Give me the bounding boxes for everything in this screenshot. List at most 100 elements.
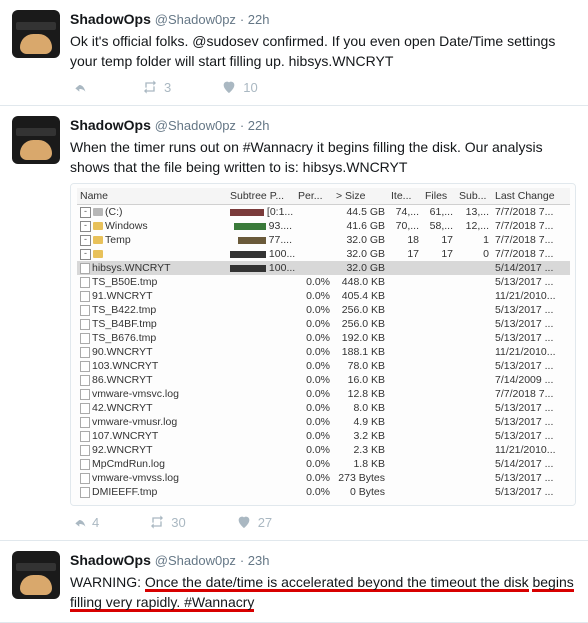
folder-icon bbox=[93, 222, 103, 230]
handle[interactable]: @Shadow0pz bbox=[155, 553, 236, 568]
timestamp[interactable]: 22h bbox=[248, 118, 270, 133]
table-row[interactable]: MpCmdRun.log0.0%1.8 KB5/14/2017 ... bbox=[77, 457, 570, 471]
file-icon bbox=[80, 389, 90, 400]
tweet-text: Ok it's official folks. @sudosev confirm… bbox=[70, 31, 576, 71]
retweet-count: 30 bbox=[171, 515, 185, 530]
retweet-icon bbox=[149, 514, 165, 530]
table-row[interactable]: -Temp 77....32.0 GB181717/7/2018 7... bbox=[77, 233, 570, 247]
retweet-button[interactable]: 3 bbox=[142, 79, 171, 95]
table-row[interactable]: hibsys.WNCRYT 100....32.0 GB5/14/2017 ..… bbox=[77, 261, 570, 275]
drive-icon bbox=[93, 208, 103, 216]
tweet-text: When the timer runs out on #Wannacry it … bbox=[70, 137, 576, 177]
reply-icon bbox=[70, 514, 86, 530]
file-name: MpCmdRun.log bbox=[92, 458, 165, 470]
table-row[interactable]: TS_B676.tmp0.0%192.0 KB5/13/2017 ... bbox=[77, 331, 570, 345]
display-name[interactable]: ShadowOps bbox=[70, 117, 151, 133]
tweet-header: ShadowOps @Shadow0pz · 22h bbox=[70, 10, 576, 29]
column-header[interactable]: Files bbox=[422, 188, 456, 205]
file-icon bbox=[80, 375, 90, 386]
file-icon bbox=[80, 333, 90, 344]
reply-icon bbox=[70, 79, 86, 95]
file-icon bbox=[80, 347, 90, 358]
heart-icon bbox=[236, 514, 252, 530]
table-row[interactable]: DMIEEFF.tmp0.0%0 Bytes5/13/2017 ... bbox=[77, 485, 570, 499]
like-button[interactable]: 10 bbox=[221, 79, 257, 95]
folder-icon bbox=[93, 236, 103, 244]
tweet[interactable]: ShadowOps @Shadow0pz · 22h When the time… bbox=[0, 106, 588, 541]
tweet-body: ShadowOps @Shadow0pz · 23h WARNING: Once… bbox=[70, 551, 576, 612]
table-row[interactable]: TS_B4BF.tmp0.0%256.0 KB5/13/2017 ... bbox=[77, 317, 570, 331]
dot: · bbox=[240, 118, 248, 133]
file-icon bbox=[80, 445, 90, 456]
reply-button[interactable]: 4 bbox=[70, 514, 99, 530]
file-icon bbox=[80, 403, 90, 414]
like-count: 27 bbox=[258, 515, 272, 530]
table-row[interactable]: 91.WNCRYT0.0%405.4 KB11/21/2010... bbox=[77, 289, 570, 303]
table-row[interactable]: 42.WNCRYT0.0%8.0 KB5/13/2017 ... bbox=[77, 401, 570, 415]
table-row[interactable]: -Windows 93....41.6 GB70,...58,...12,...… bbox=[77, 219, 570, 233]
file-icon bbox=[80, 361, 90, 372]
handle[interactable]: @Shadow0pz bbox=[155, 12, 236, 27]
file-icon bbox=[80, 431, 90, 442]
column-header[interactable]: Name bbox=[77, 188, 227, 205]
file-name: vmware-vmsvc.log bbox=[92, 388, 179, 400]
file-icon bbox=[80, 277, 90, 288]
file-icon bbox=[80, 305, 90, 316]
column-header[interactable]: Per... bbox=[295, 188, 333, 205]
column-header[interactable]: > Size bbox=[333, 188, 388, 205]
retweet-button[interactable]: 30 bbox=[149, 514, 185, 530]
file-name: 107.WNCRYT bbox=[92, 430, 158, 442]
like-count: 10 bbox=[243, 80, 257, 95]
tweet-header: ShadowOps @Shadow0pz · 23h bbox=[70, 551, 576, 570]
embedded-screenshot[interactable]: NameSubtree P...Per...> SizeIte...FilesS… bbox=[70, 183, 576, 506]
file-name: 91.WNCRYT bbox=[92, 290, 152, 302]
tweet[interactable]: ShadowOps @Shadow0pz · 22h Ok it's offic… bbox=[0, 0, 588, 106]
avatar[interactable] bbox=[12, 10, 60, 58]
table-row[interactable]: 107.WNCRYT0.0%3.2 KB5/13/2017 ... bbox=[77, 429, 570, 443]
tweet-actions: 4 30 27 bbox=[70, 514, 576, 530]
table-row[interactable]: 90.WNCRYT0.0%188.1 KB11/21/2010... bbox=[77, 345, 570, 359]
heart-icon bbox=[221, 79, 237, 95]
like-button[interactable]: 27 bbox=[236, 514, 272, 530]
timestamp[interactable]: 23h bbox=[248, 553, 270, 568]
file-icon bbox=[80, 459, 90, 470]
file-name: 86.WNCRYT bbox=[92, 374, 152, 386]
column-header[interactable]: Last Change bbox=[492, 188, 570, 205]
column-header[interactable]: Sub... bbox=[456, 188, 492, 205]
file-icon bbox=[80, 473, 90, 484]
file-name: DMIEEFF.tmp bbox=[92, 486, 157, 498]
tweet-body: ShadowOps @Shadow0pz · 22h Ok it's offic… bbox=[70, 10, 576, 95]
table-row[interactable]: - 100....32.0 GB171707/7/2018 7... bbox=[77, 247, 570, 261]
display-name[interactable]: ShadowOps bbox=[70, 11, 151, 27]
table-row[interactable]: 86.WNCRYT0.0%16.0 KB7/14/2009 ... bbox=[77, 373, 570, 387]
tweet-header: ShadowOps @Shadow0pz · 22h bbox=[70, 116, 576, 135]
tweet[interactable]: ShadowOps @Shadow0pz · 23h WARNING: Once… bbox=[0, 541, 588, 623]
file-icon bbox=[80, 417, 90, 428]
file-name: vmware-vmvss.log bbox=[92, 472, 179, 484]
table-row[interactable]: vmware-vmsvc.log0.0%12.8 KB7/7/2018 7... bbox=[77, 387, 570, 401]
reply-button[interactable] bbox=[70, 79, 92, 95]
column-header[interactable]: Subtree P... bbox=[227, 188, 295, 205]
dot: · bbox=[240, 12, 248, 27]
reply-count: 4 bbox=[92, 515, 99, 530]
file-icon bbox=[80, 487, 90, 498]
display-name[interactable]: ShadowOps bbox=[70, 552, 151, 568]
avatar[interactable] bbox=[12, 116, 60, 164]
table-row[interactable]: TS_B422.tmp0.0%256.0 KB5/13/2017 ... bbox=[77, 303, 570, 317]
table-row[interactable]: 92.WNCRYT0.0%2.3 KB11/21/2010... bbox=[77, 443, 570, 457]
handle[interactable]: @Shadow0pz bbox=[155, 118, 236, 133]
file-name: TS_B676.tmp bbox=[92, 332, 156, 344]
table-row[interactable]: -(C:) [0:1...44.5 GB74,...61,...13,...7/… bbox=[77, 205, 570, 220]
column-header[interactable]: Ite... bbox=[388, 188, 422, 205]
file-name: 103.WNCRYT bbox=[92, 360, 158, 372]
file-name: (C:) bbox=[105, 206, 123, 218]
avatar[interactable] bbox=[12, 551, 60, 599]
tweet-actions: 3 10 bbox=[70, 79, 576, 95]
table-row[interactable]: TS_B50E.tmp0.0%448.0 KB5/13/2017 ... bbox=[77, 275, 570, 289]
timestamp[interactable]: 22h bbox=[248, 12, 270, 27]
file-icon bbox=[80, 263, 90, 274]
table-row[interactable]: 103.WNCRYT0.0%78.0 KB5/13/2017 ... bbox=[77, 359, 570, 373]
file-name: 42.WNCRYT bbox=[92, 402, 152, 414]
table-row[interactable]: vmware-vmvss.log0.0%273 Bytes5/13/2017 .… bbox=[77, 471, 570, 485]
table-row[interactable]: vmware-vmusr.log0.0%4.9 KB5/13/2017 ... bbox=[77, 415, 570, 429]
